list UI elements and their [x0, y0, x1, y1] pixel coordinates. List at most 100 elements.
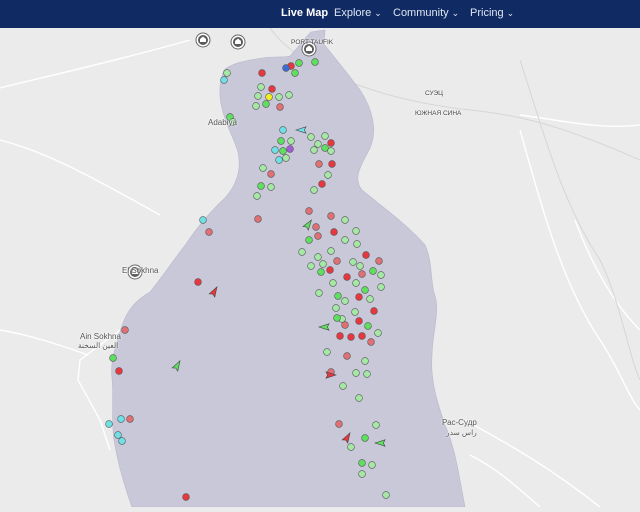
vessel-dot-icon[interactable] — [336, 332, 344, 340]
vessel-dot-icon[interactable] — [341, 321, 349, 329]
vessel-dot-icon[interactable] — [327, 139, 335, 147]
vessel-dot-icon[interactable] — [382, 491, 390, 499]
vessel-dot-icon[interactable] — [353, 240, 361, 248]
vessel-dot-icon[interactable] — [275, 156, 283, 164]
vessel-dot-icon[interactable] — [334, 292, 342, 300]
vessel-dot-icon[interactable] — [341, 297, 349, 305]
vessel-dot-icon[interactable] — [355, 317, 363, 325]
vessel-dot-icon[interactable] — [205, 228, 213, 236]
vessel-dot-icon[interactable] — [291, 69, 299, 77]
vessel-dot-icon[interactable] — [105, 420, 113, 428]
vessel-dot-icon[interactable] — [358, 459, 366, 467]
vessel-dot-icon[interactable] — [115, 367, 123, 375]
vessel-dot-icon[interactable] — [307, 133, 315, 141]
vessel-dot-icon[interactable] — [347, 333, 355, 341]
vessel-dot-icon[interactable] — [268, 85, 276, 93]
vessel-dot-icon[interactable] — [328, 160, 336, 168]
map-canvas[interactable] — [0, 27, 640, 508]
vessel-dot-icon[interactable] — [327, 247, 335, 255]
vessel-dot-icon[interactable] — [254, 92, 262, 100]
port-icon[interactable] — [195, 32, 211, 48]
vessel-dot-icon[interactable] — [315, 160, 323, 168]
vessel-dot-icon[interactable] — [361, 286, 369, 294]
vessel-dot-icon[interactable] — [375, 257, 383, 265]
vessel-dot-icon[interactable] — [377, 283, 385, 291]
vessel-dot-icon[interactable] — [307, 262, 315, 270]
vessel-dot-icon[interactable] — [314, 232, 322, 240]
vessel-dot-icon[interactable] — [258, 69, 266, 77]
vessel-dot-icon[interactable] — [361, 357, 369, 365]
vessel-dot-icon[interactable] — [305, 236, 313, 244]
vessel-dot-icon[interactable] — [364, 322, 372, 330]
vessel-dot-icon[interactable] — [282, 64, 290, 72]
vessel-dot-icon[interactable] — [118, 437, 126, 445]
vessel-dot-icon[interactable] — [121, 326, 129, 334]
vessel-dot-icon[interactable] — [369, 267, 377, 275]
vessel-dot-icon[interactable] — [314, 253, 322, 261]
vessel-dot-icon[interactable] — [275, 93, 283, 101]
vessel-dot-icon[interactable] — [370, 307, 378, 315]
vessel-dot-icon[interactable] — [363, 370, 371, 378]
vessel-dot-icon[interactable] — [257, 182, 265, 190]
vessel-dot-icon[interactable] — [194, 278, 202, 286]
vessel-dot-icon[interactable] — [358, 270, 366, 278]
vessel-dot-icon[interactable] — [279, 126, 287, 134]
vessel-dot-icon[interactable] — [361, 434, 369, 442]
vessel-dot-icon[interactable] — [262, 100, 270, 108]
vessel-dot-icon[interactable] — [317, 268, 325, 276]
vessel-dot-icon[interactable] — [282, 154, 290, 162]
vessel-dot-icon[interactable] — [109, 354, 117, 362]
nav-live-map[interactable]: Live Map — [281, 0, 328, 28]
vessel-dot-icon[interactable] — [372, 421, 380, 429]
vessel-dot-icon[interactable] — [367, 338, 375, 346]
vessel-dot-icon[interactable] — [126, 415, 134, 423]
vessel-dot-icon[interactable] — [220, 76, 228, 84]
vessel-dot-icon[interactable] — [366, 295, 374, 303]
vessel-dot-icon[interactable] — [314, 140, 322, 148]
vessel-dot-icon[interactable] — [271, 146, 279, 154]
vessel-dot-icon[interactable] — [324, 171, 332, 179]
vessel-dot-icon[interactable] — [352, 279, 360, 287]
vessel-dot-icon[interactable] — [327, 212, 335, 220]
vessel-dot-icon[interactable] — [321, 132, 329, 140]
vessel-dot-icon[interactable] — [265, 93, 273, 101]
vessel-dot-icon[interactable] — [315, 289, 323, 297]
vessel-dot-icon[interactable] — [351, 308, 359, 316]
vessel-dot-icon[interactable] — [326, 266, 334, 274]
vessel-dot-icon[interactable] — [199, 216, 207, 224]
vessel-dot-icon[interactable] — [305, 207, 313, 215]
vessel-dot-icon[interactable] — [318, 180, 326, 188]
vessel-dot-icon[interactable] — [254, 215, 262, 223]
vessel-dot-icon[interactable] — [286, 145, 294, 153]
vessel-dot-icon[interactable] — [355, 394, 363, 402]
vessel-dot-icon[interactable] — [267, 183, 275, 191]
vessel-dot-icon[interactable] — [182, 493, 190, 501]
vessel-dot-icon[interactable] — [330, 228, 338, 236]
vessel-dot-icon[interactable] — [277, 137, 285, 145]
vessel-dot-icon[interactable] — [333, 257, 341, 265]
vessel-dot-icon[interactable] — [349, 258, 357, 266]
vessel-dot-icon[interactable] — [329, 279, 337, 287]
vessel-dot-icon[interactable] — [358, 470, 366, 478]
vessel-dot-icon[interactable] — [356, 262, 364, 270]
vessel-dot-icon[interactable] — [362, 251, 370, 259]
vessel-dot-icon[interactable] — [333, 314, 341, 322]
vessel-dot-icon[interactable] — [295, 59, 303, 67]
vessel-dot-icon[interactable] — [114, 431, 122, 439]
vessel-dot-icon[interactable] — [117, 415, 125, 423]
vessel-dot-icon[interactable] — [259, 164, 267, 172]
vessel-dot-icon[interactable] — [332, 304, 340, 312]
vessel-dot-icon[interactable] — [335, 420, 343, 428]
vessel-dot-icon[interactable] — [312, 223, 320, 231]
nav-community[interactable]: Community ⌄ — [393, 0, 459, 28]
vessel-dot-icon[interactable] — [339, 382, 347, 390]
vessel-dot-icon[interactable] — [298, 248, 306, 256]
vessel-dot-icon[interactable] — [223, 69, 231, 77]
vessel-dot-icon[interactable] — [319, 260, 327, 268]
vessel-dot-icon[interactable] — [267, 170, 275, 178]
vessel-dot-icon[interactable] — [253, 192, 261, 200]
vessel-dot-icon[interactable] — [285, 91, 293, 99]
vessel-dot-icon[interactable] — [368, 461, 376, 469]
nav-explore[interactable]: Explore ⌄ — [334, 0, 382, 28]
vessel-dot-icon[interactable] — [257, 83, 265, 91]
